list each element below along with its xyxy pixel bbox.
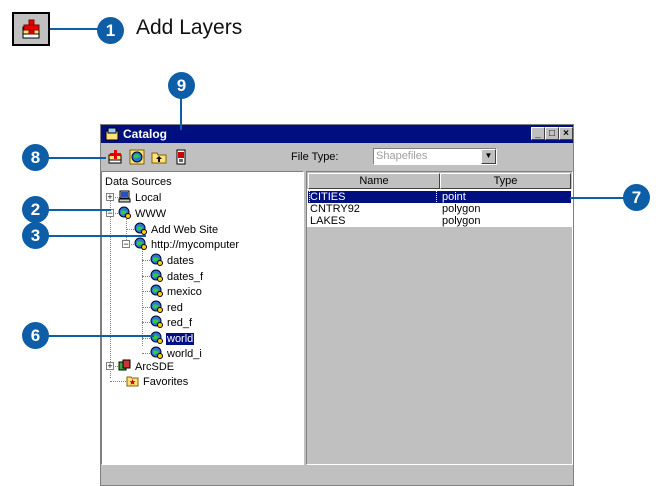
tree-node-service-world-i[interactable]: world_i — [150, 346, 203, 360]
callout-2-leader — [48, 209, 111, 211]
tree-node-server[interactable]: http://mycomputer — [134, 237, 240, 251]
tree-connector — [142, 260, 150, 261]
globe-icon — [134, 222, 147, 235]
callout-7-leader — [570, 197, 625, 199]
folder-up-icon[interactable] — [151, 149, 167, 165]
callout-8-leader — [48, 157, 106, 159]
callout-2-badge: 2 — [22, 196, 49, 223]
tree-connector — [142, 291, 150, 292]
computer-icon — [118, 190, 131, 203]
list-row[interactable]: CITIES point — [308, 190, 571, 204]
tree-connector — [142, 275, 150, 277]
tree-node-service-dates[interactable]: dates — [150, 253, 195, 267]
service-label: red — [167, 301, 183, 314]
tree-node-favorites[interactable]: Favorites — [126, 374, 189, 388]
callout-1-leader — [50, 28, 100, 30]
service-label: dates — [167, 255, 194, 267]
close-button[interactable]: × — [559, 127, 573, 140]
tree-node-add-web-site[interactable]: Add Web Site — [134, 222, 219, 236]
column-header-type[interactable]: Type — [440, 173, 571, 189]
callout-6-leader — [48, 335, 154, 337]
tree-node-service-red[interactable]: red — [150, 300, 184, 314]
tree-node-service-dates-f[interactable]: dates_f — [150, 269, 204, 283]
cell-name: CNTRY92 — [310, 203, 360, 215]
globe-icon — [150, 253, 163, 266]
callout-6-badge: 6 — [22, 322, 49, 349]
cell-type: polygon — [442, 215, 481, 227]
add-layers-tool-icon[interactable] — [12, 12, 50, 46]
tree-root-data-sources[interactable]: Data Sources — [104, 175, 173, 189]
file-type-select[interactable]: Shapefiles ▼ — [373, 148, 497, 165]
tree-node-arcsde[interactable]: ArcSDE — [118, 359, 175, 373]
tree-node-www[interactable]: WWW — [118, 206, 167, 220]
callout-3-leader — [48, 235, 146, 237]
cell-type: polygon — [442, 203, 481, 215]
maximize-button[interactable]: □ — [545, 127, 559, 140]
service-label: red_f — [167, 317, 193, 329]
tree-connector — [142, 306, 150, 308]
tree-node-service-red-f[interactable]: red_f — [150, 315, 193, 329]
globe-connect-icon[interactable] — [129, 149, 145, 165]
status-bar — [101, 467, 573, 485]
tree-node-service-world[interactable]: world — [150, 331, 195, 345]
cell-name: LAKES — [310, 215, 346, 227]
add-layers-icon[interactable] — [107, 149, 123, 165]
service-label: world — [166, 332, 195, 345]
tree-node-local[interactable]: Local — [118, 190, 162, 204]
tree-connector — [142, 337, 150, 339]
globe-icon — [134, 237, 147, 250]
list-row[interactable]: CNTRY92 polygon — [308, 203, 571, 215]
callout-7-badge: 7 — [623, 184, 650, 211]
catalog-window: Catalog _ □ × File Type: Shapefiles ▼ + … — [100, 124, 574, 486]
service-label: mexico — [167, 286, 202, 298]
callout-9-badge: 9 — [168, 72, 195, 99]
cell-name: CITIES — [309, 190, 437, 204]
callout-9-leader — [180, 98, 182, 130]
disconnect-icon[interactable] — [173, 149, 189, 165]
collapse-server-icon[interactable]: − — [122, 240, 130, 249]
window-title: Catalog — [123, 127, 168, 141]
tree-connector — [142, 353, 150, 354]
list-row[interactable]: LAKES polygon — [308, 215, 571, 227]
service-label: dates_f — [167, 270, 204, 283]
globe-icon — [150, 315, 163, 328]
catalog-app-icon — [105, 127, 119, 141]
contents-list[interactable]: Name Type CITIES point CNTRY92 polygon LAKES… — [306, 171, 573, 465]
globe-icon — [150, 300, 163, 313]
tree-node-service-mexico[interactable]: mexico — [150, 284, 203, 298]
globe-icon — [118, 206, 131, 219]
globe-icon — [150, 331, 163, 344]
chevron-down-icon[interactable]: ▼ — [481, 149, 496, 164]
catalog-titlebar[interactable]: Catalog _ □ × — [101, 125, 573, 143]
file-type-value: Shapefiles — [376, 150, 428, 162]
callout-3-badge: 3 — [22, 222, 49, 249]
callout-8-badge: 8 — [22, 144, 49, 171]
catalog-toolbar: File Type: Shapefiles ▼ — [101, 145, 573, 169]
tree-connector — [110, 194, 111, 378]
data-sources-tree[interactable]: + Local − WWW Add Web Site − http://myco… — [101, 171, 304, 465]
add-layers-caption: Add Layers — [136, 16, 243, 39]
tree-connector — [142, 322, 150, 323]
globe-icon — [150, 346, 163, 359]
file-type-label: File Type: — [291, 151, 339, 163]
cell-type: point — [442, 191, 466, 203]
expand-local-icon[interactable]: + — [106, 193, 114, 202]
tree-connector — [142, 248, 143, 346]
callout-1-badge: 1 — [97, 17, 124, 44]
column-header-name[interactable]: Name — [308, 173, 440, 189]
favorites-folder-icon — [126, 376, 139, 387]
globe-icon — [150, 269, 163, 282]
minimize-button[interactable]: _ — [531, 127, 545, 140]
database-icon — [118, 359, 131, 371]
expand-arcsde-icon[interactable]: + — [106, 362, 114, 371]
globe-icon — [150, 284, 163, 297]
